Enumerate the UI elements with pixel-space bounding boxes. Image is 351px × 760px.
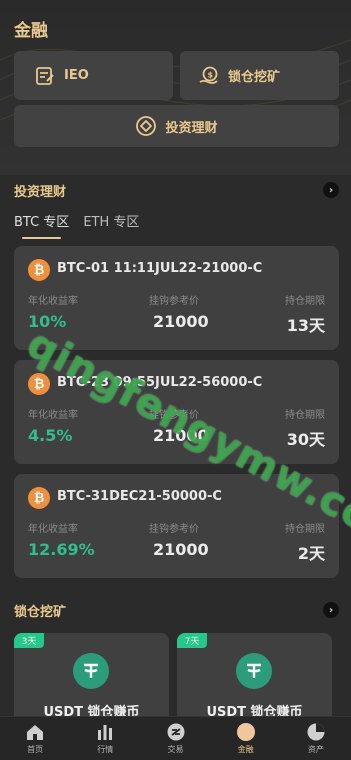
- mining-coin-icon: $: [198, 65, 220, 87]
- price-label: 挂钩参考价: [149, 296, 199, 307]
- product-name: BTC-23 09:55JUL22-56000-C: [57, 375, 263, 390]
- price-value: 21000: [153, 426, 209, 445]
- invest-label: 投资理财: [165, 120, 218, 136]
- term-value: 13天: [286, 316, 325, 335]
- invest-more-chevron-icon[interactable]: ›: [323, 182, 339, 198]
- tab-finance[interactable]: 金融: [211, 717, 281, 760]
- duration-badge: 7天: [177, 633, 207, 648]
- assets-pie-icon: [306, 722, 326, 742]
- tab-btc-zone[interactable]: BTC 专区: [14, 211, 69, 239]
- term-value: 2天: [297, 544, 325, 563]
- price-label: 挂钩参考价: [149, 410, 199, 421]
- ieo-tile[interactable]: IEO: [14, 51, 173, 100]
- finance-orb-icon: [236, 722, 256, 742]
- duration-badge: 3天: [14, 633, 44, 648]
- product-card[interactable]: ₿ BTC-23 09:55JUL22-56000-C 年化收益率 挂钩参考价 …: [14, 360, 339, 464]
- term-value: 30天: [286, 430, 325, 449]
- tab-market-label: 行情: [97, 745, 114, 754]
- market-bars-icon: [95, 722, 115, 742]
- term-label: 持仓期限: [285, 410, 325, 421]
- product-card[interactable]: ₿ BTC-31DEC21-50000-C 年化收益率 挂钩参考价 持仓期限 1…: [14, 474, 339, 578]
- rate-label: 年化收益率: [28, 296, 78, 307]
- usdt-icon: [236, 653, 272, 689]
- price-value: 21000: [153, 312, 209, 331]
- mining-section-header: 锁仓挖矿 ›: [14, 600, 339, 620]
- btc-coin-icon: ₿: [28, 259, 50, 281]
- tab-finance-label: 金融: [237, 745, 254, 754]
- btc-coin-icon: ₿: [28, 373, 50, 395]
- invest-section-title: 投资理财: [14, 184, 67, 200]
- tab-market[interactable]: 行情: [70, 717, 140, 760]
- mining-section-title: 锁仓挖矿: [14, 604, 67, 620]
- svg-text:$: $: [208, 70, 214, 79]
- usdt-icon: [73, 653, 109, 689]
- mining-more-chevron-icon[interactable]: ›: [323, 602, 339, 618]
- rate-value: 10%: [28, 312, 67, 331]
- ieo-label: IEO: [64, 68, 89, 83]
- invest-section-header: 投资理财 ›: [14, 180, 339, 200]
- term-label: 持仓期限: [285, 524, 325, 535]
- home-icon: [25, 722, 45, 742]
- product-card[interactable]: ₿ BTC-01 11:11JUL22-21000-C 年化收益率 挂钩参考价 …: [14, 246, 339, 350]
- mining-label: 锁仓挖矿: [228, 70, 281, 85]
- invest-tile[interactable]: 投资理财: [14, 105, 339, 147]
- tab-home[interactable]: 首页: [0, 717, 70, 760]
- tab-assets-label: 资产: [307, 745, 324, 754]
- product-name: BTC-31DEC21-50000-C: [57, 489, 222, 504]
- invest-icon: [135, 115, 157, 137]
- tab-trade[interactable]: 交易: [140, 717, 210, 760]
- mining-tile[interactable]: $ 锁仓挖矿: [180, 51, 339, 100]
- price-label: 挂钩参考价: [149, 524, 199, 535]
- ieo-icon: [34, 65, 56, 87]
- tab-eth-zone[interactable]: ETH 专区: [83, 211, 139, 235]
- trade-icon: [166, 722, 186, 742]
- rate-label: 年化收益率: [28, 410, 78, 421]
- tab-assets[interactable]: 资产: [281, 717, 351, 760]
- term-label: 持仓期限: [285, 296, 325, 307]
- btc-coin-icon: ₿: [28, 487, 50, 509]
- rate-label: 年化收益率: [28, 524, 78, 535]
- bottom-tab-bar: 首页 行情 交易 金融 资产: [0, 716, 351, 760]
- page-title: 金融: [14, 21, 48, 41]
- rate-value: 4.5%: [28, 426, 73, 445]
- rate-value: 12.69%: [28, 540, 95, 559]
- product-name: BTC-01 11:11JUL22-21000-C: [57, 261, 263, 276]
- price-value: 21000: [153, 540, 209, 559]
- tab-home-label: 首页: [27, 745, 44, 754]
- zone-tabs: BTC 专区 ETH 专区: [14, 211, 139, 239]
- tab-trade-label: 交易: [167, 745, 184, 754]
